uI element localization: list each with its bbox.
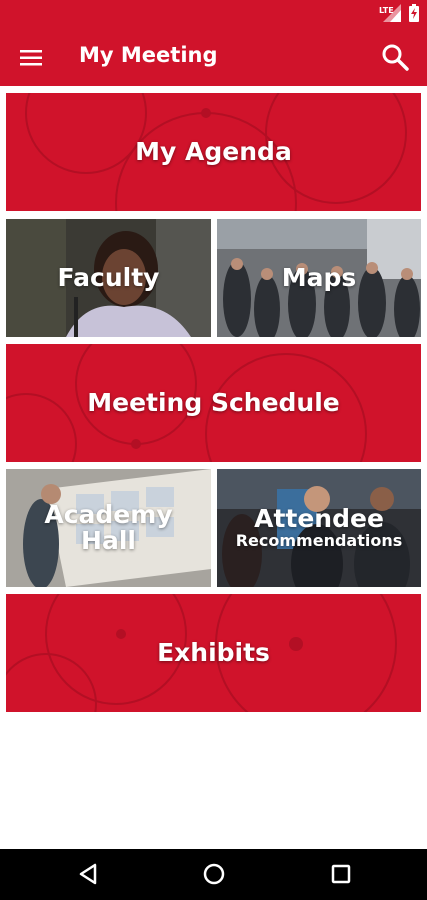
home-icon: [203, 863, 225, 885]
tile-label: Maps: [281, 263, 357, 292]
tile-label: Academy: [44, 500, 173, 529]
tile-label: My Agenda: [135, 137, 292, 166]
recents-icon: [331, 864, 351, 884]
system-nav-bar: [0, 849, 427, 900]
status-bar: LTE: [0, 0, 427, 28]
tile-label-line2: Recommendations: [235, 531, 403, 550]
menu-button[interactable]: [18, 45, 44, 71]
tile-maps[interactable]: Maps: [217, 219, 421, 337]
tile-label-line2: Hall: [81, 526, 136, 555]
search-button[interactable]: [381, 43, 409, 71]
recents-button[interactable]: [328, 861, 354, 887]
back-button[interactable]: [75, 861, 101, 887]
menu-icon: [20, 50, 42, 66]
tile-academy-hall[interactable]: Academy Hall: [6, 469, 211, 587]
app-bar: My Meeting: [0, 28, 427, 86]
tile-exhibits[interactable]: Exhibits: [6, 594, 421, 712]
tile-my-agenda[interactable]: My Agenda: [6, 93, 421, 211]
search-icon: [382, 44, 409, 71]
battery-icon: [409, 4, 419, 22]
tile-faculty[interactable]: Faculty: [6, 219, 211, 337]
tile-meeting-schedule[interactable]: Meeting Schedule: [6, 344, 421, 462]
tile-label: Meeting Schedule: [87, 388, 340, 417]
tile-label: Faculty: [57, 263, 160, 292]
back-icon: [79, 863, 97, 885]
network-type-label: LTE: [379, 6, 394, 15]
tile-label: Attendee: [254, 504, 384, 533]
page-title: My Meeting: [79, 43, 218, 67]
signal-icon: LTE: [379, 4, 401, 22]
home-button[interactable]: [201, 861, 227, 887]
tile-label: Exhibits: [157, 638, 270, 667]
tile-attendee-recommendations[interactable]: Attendee Recommendations: [217, 469, 421, 587]
